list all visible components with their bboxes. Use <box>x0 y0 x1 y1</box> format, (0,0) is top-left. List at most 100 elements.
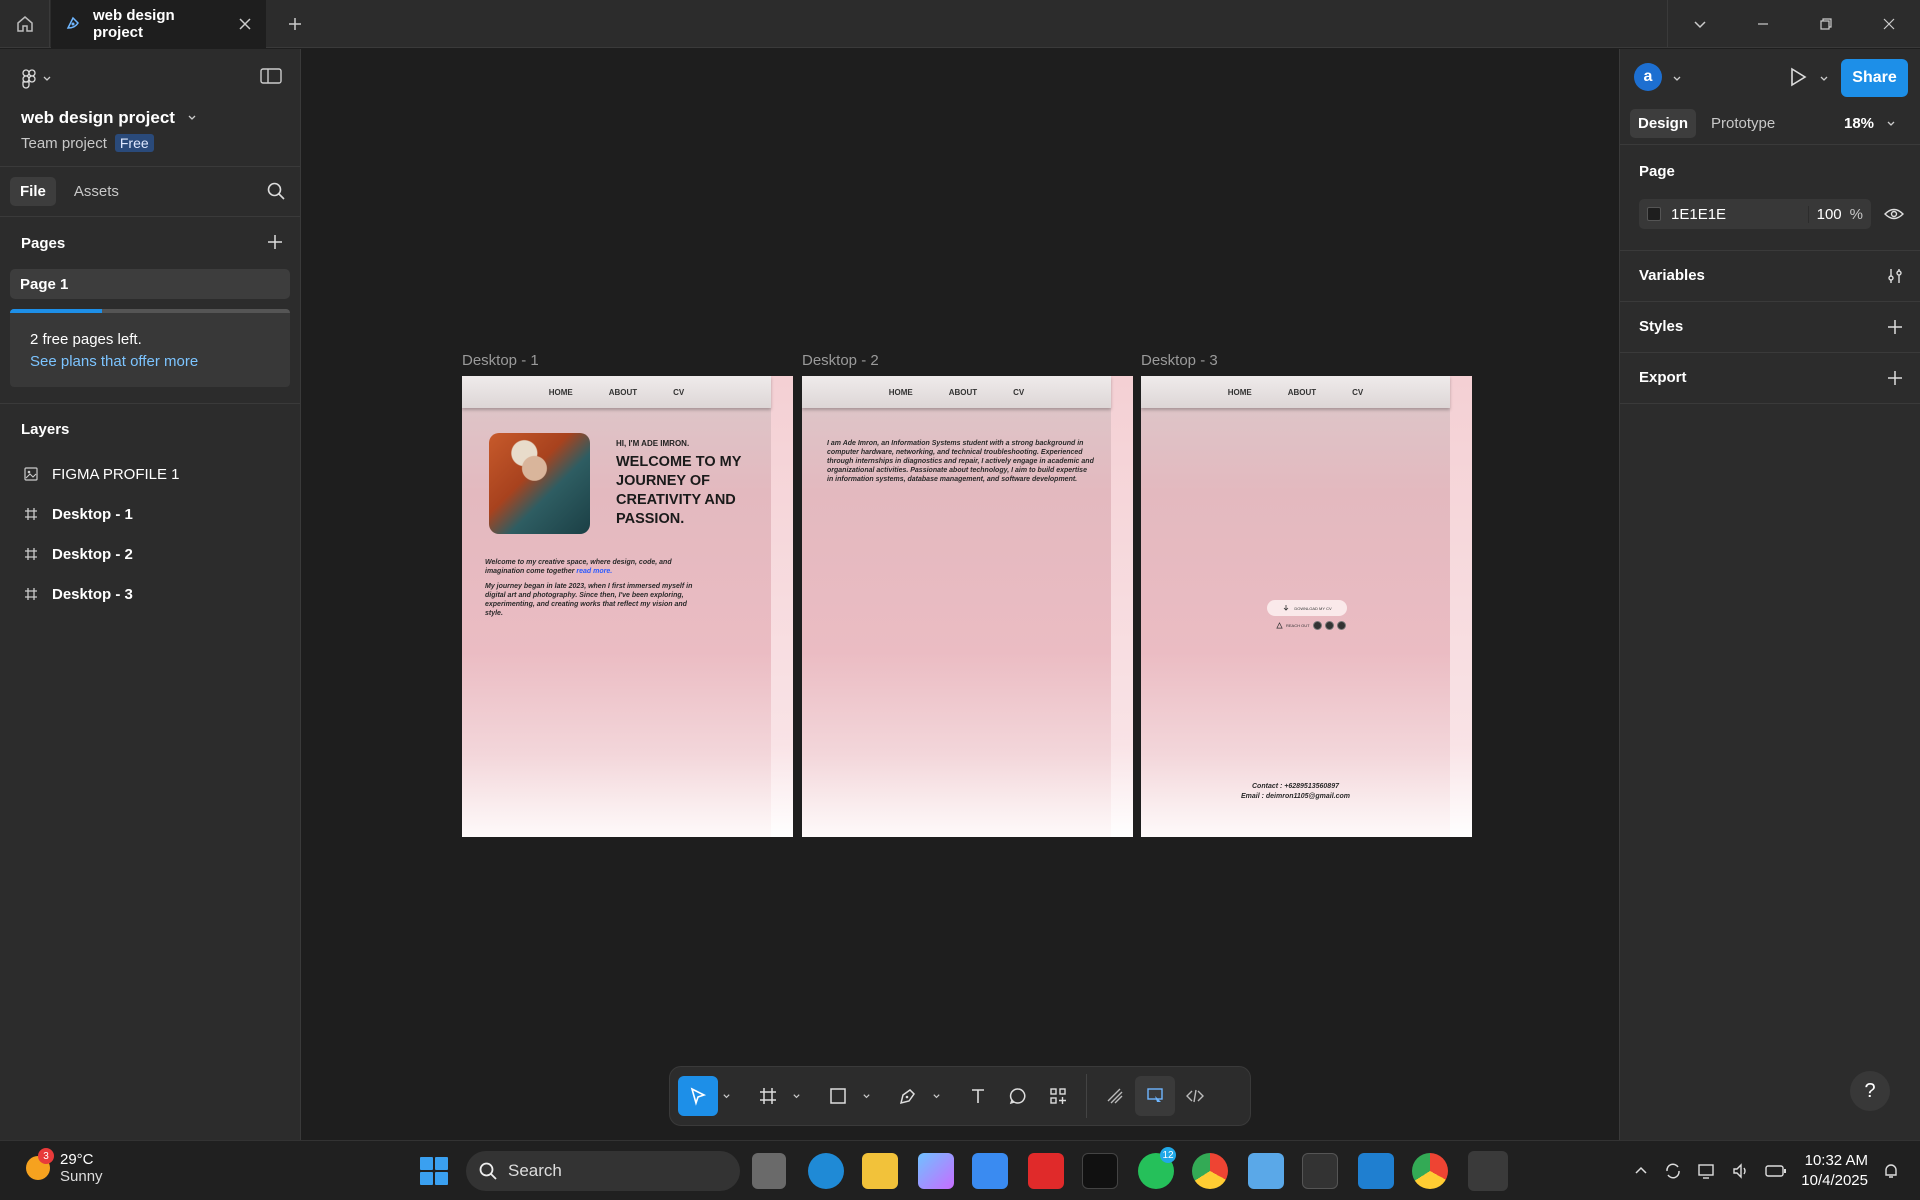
present-button[interactable] <box>1787 66 1809 93</box>
layer-item[interactable]: FIGMA PROFILE 1 <box>0 454 300 494</box>
restore-button[interactable] <box>1794 0 1857 48</box>
about-paragraph: I am Ade Imron, an Information Systems s… <box>827 440 1094 483</box>
add-export-button[interactable] <box>1886 369 1904 392</box>
layers-heading: Layers <box>21 420 70 438</box>
variables-section[interactable]: Variables <box>1620 251 1920 302</box>
windows-logo-icon <box>420 1157 433 1170</box>
task-view-icon[interactable] <box>752 1153 786 1189</box>
frame-desktop-1[interactable]: HOME ABOUT CV HI, I'M ADE IMRON. WELCOME… <box>462 376 793 837</box>
layer-item[interactable]: Desktop - 1 <box>0 494 300 534</box>
frame-label[interactable]: Desktop - 2 <box>802 352 879 369</box>
page-background-field[interactable]: 1E1E1E 100 % <box>1639 199 1871 229</box>
frame-desktop-3[interactable]: HOME ABOUT CV DOWNLOAD MY CV REACH OUT C… <box>1141 376 1472 837</box>
layer-item[interactable]: Desktop - 3 <box>0 574 300 614</box>
chrome-profile-icon[interactable] <box>1412 1153 1448 1189</box>
text-tool[interactable] <box>958 1076 998 1116</box>
upsell-link[interactable]: See plans that offer more <box>30 353 198 370</box>
start-button[interactable] <box>420 1157 448 1185</box>
nav-cv: CV <box>1352 387 1364 397</box>
terminal-icon[interactable] <box>1302 1153 1338 1189</box>
add-style-button[interactable] <box>1886 318 1904 341</box>
pen-tool[interactable] <box>888 1076 928 1116</box>
chevron-down-icon <box>862 1093 870 1098</box>
color-swatch[interactable] <box>1647 207 1661 221</box>
export-title: Export <box>1639 369 1687 386</box>
styles-section[interactable]: Styles <box>1620 302 1920 353</box>
close-tab-icon[interactable] <box>238 17 252 31</box>
minimize-button[interactable] <box>1731 0 1794 48</box>
chrome-icon[interactable] <box>1192 1153 1228 1189</box>
resources-tool[interactable] <box>1038 1076 1078 1116</box>
sync-icon[interactable] <box>1663 1161 1683 1181</box>
tab-design[interactable]: Design <box>1630 109 1697 138</box>
frame-tool[interactable] <box>748 1076 788 1116</box>
search-button[interactable] <box>266 181 286 206</box>
opacity-value[interactable]: 100 <box>1807 205 1850 223</box>
file-explorer-icon[interactable] <box>862 1153 898 1189</box>
dev-mode-toggle[interactable] <box>1175 1076 1215 1116</box>
figma-app-icon[interactable] <box>1468 1151 1508 1191</box>
help-button[interactable]: ? <box>1850 1071 1890 1111</box>
move-tool-menu[interactable] <box>718 1076 734 1116</box>
frame-label[interactable]: Desktop - 3 <box>1141 352 1218 369</box>
tab-list-button[interactable] <box>1668 0 1731 48</box>
chevron-up-icon[interactable] <box>1633 1163 1649 1179</box>
clock[interactable]: 10:32 AM 10/4/2025 <box>1801 1151 1868 1191</box>
whatsapp-icon[interactable]: 12 <box>1138 1147 1176 1189</box>
app-icon[interactable] <box>1248 1153 1284 1189</box>
hex-value[interactable]: 1E1E1E <box>1671 206 1808 223</box>
main-menu-button[interactable] <box>22 69 52 89</box>
toggle-sidebar-button[interactable] <box>260 67 282 90</box>
share-button[interactable]: Share <box>1841 59 1908 97</box>
copilot-icon[interactable] <box>918 1153 954 1189</box>
notifications-icon[interactable] <box>1882 1162 1900 1180</box>
page-item[interactable]: Page 1 <box>10 269 290 299</box>
text-icon <box>972 1089 984 1103</box>
design-mode-toggle[interactable] <box>1135 1076 1175 1116</box>
avatar-menu-button[interactable] <box>1672 71 1682 89</box>
frame-nav: HOME ABOUT CV <box>462 376 771 408</box>
new-tab-button[interactable] <box>283 12 307 36</box>
move-tool[interactable] <box>678 1076 718 1116</box>
battery-icon[interactable] <box>1765 1164 1787 1178</box>
weather-widget[interactable]: 3 29°C Sunny <box>26 1148 103 1185</box>
plan-badge[interactable]: Free <box>114 134 154 152</box>
frame-tool-menu[interactable] <box>788 1076 804 1116</box>
network-icon[interactable] <box>1697 1161 1717 1181</box>
zoom-control[interactable]: 18% <box>1844 115 1896 132</box>
tab-assets[interactable]: Assets <box>64 177 129 206</box>
add-page-button[interactable] <box>266 233 284 255</box>
export-section[interactable]: Export <box>1620 353 1920 404</box>
shape-tool[interactable] <box>818 1076 858 1116</box>
welcome-heading: WELCOME TO MY JOURNEY OF CREATIVITY AND … <box>616 454 742 527</box>
frame-desktop-2[interactable]: HOME ABOUT CV I am Ade Imron, an Informa… <box>802 376 1133 837</box>
project-title[interactable]: web design project <box>21 108 197 128</box>
tab-file[interactable]: File <box>10 177 56 206</box>
pages-title: Pages <box>21 234 66 252</box>
volume-icon[interactable] <box>1731 1161 1751 1181</box>
home-button[interactable] <box>0 0 50 48</box>
taskbar-search[interactable]: Search <box>466 1151 740 1191</box>
tiktok-icon[interactable] <box>1082 1153 1118 1189</box>
edge-icon[interactable] <box>808 1153 844 1189</box>
sidebar-icon <box>260 68 282 84</box>
close-window-button[interactable] <box>1857 0 1920 48</box>
plus-icon <box>1888 320 1902 334</box>
shape-tool-menu[interactable] <box>858 1076 874 1116</box>
file-tab[interactable]: web design project <box>51 0 266 48</box>
store-icon[interactable] <box>972 1153 1008 1189</box>
comment-tool[interactable] <box>998 1076 1038 1116</box>
variables-button[interactable] <box>1886 267 1904 290</box>
vscode-icon[interactable] <box>1358 1153 1394 1189</box>
frame-label[interactable]: Desktop - 1 <box>462 352 539 369</box>
tab-prototype[interactable]: Prototype <box>1703 109 1783 138</box>
present-menu-button[interactable] <box>1819 71 1829 89</box>
visibility-toggle[interactable] <box>1884 207 1904 226</box>
pen-tool-menu[interactable] <box>928 1076 944 1116</box>
draw-mode-toggle[interactable] <box>1095 1076 1135 1116</box>
search-label: Search <box>508 1161 562 1180</box>
avatar[interactable]: a <box>1634 63 1662 91</box>
wps-icon[interactable] <box>1028 1153 1064 1189</box>
layer-item[interactable]: Desktop - 2 <box>0 534 300 574</box>
canvas[interactable]: Desktop - 1 Desktop - 2 Desktop - 3 HOME… <box>302 49 1618 1140</box>
